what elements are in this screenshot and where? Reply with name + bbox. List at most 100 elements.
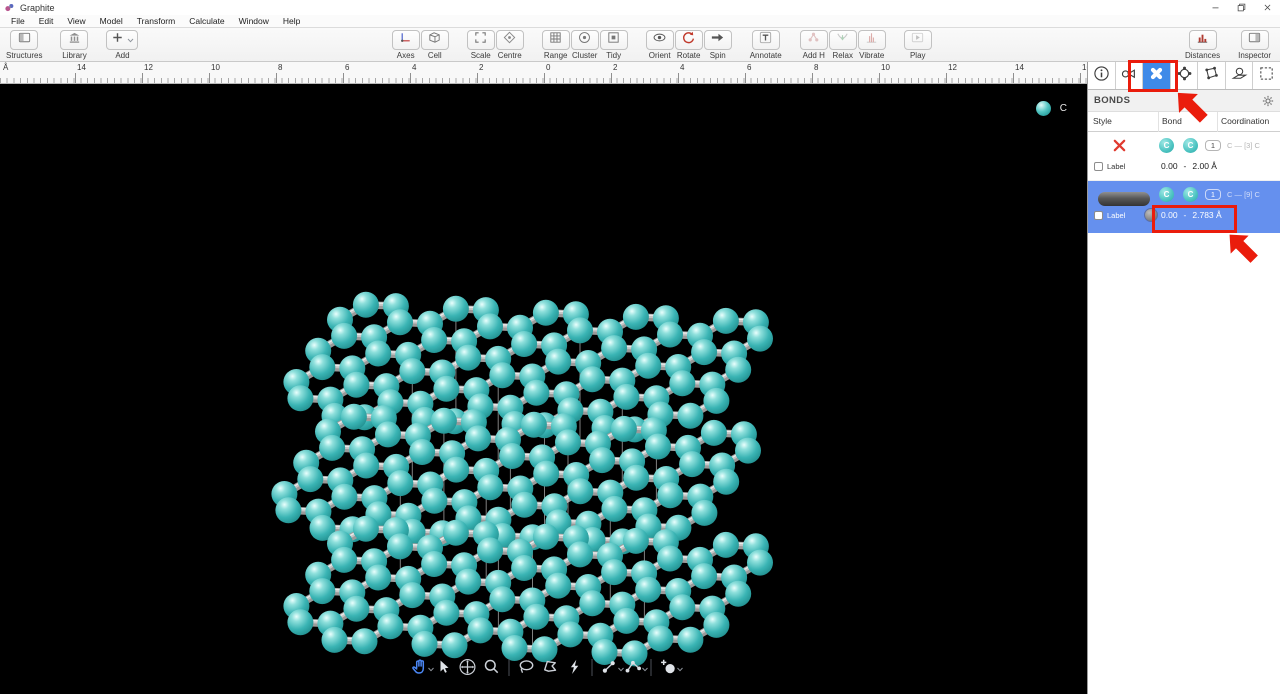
ruler-major-tick [745,73,746,83]
toolbar-divider [591,658,592,676]
atom-badge[interactable]: C [1183,187,1198,202]
tab-polyhedra[interactable] [1171,62,1199,89]
pan-tool[interactable] [407,655,434,679]
app-window: Graphite File Edit View Model Transform Calcu… [0,0,1280,694]
toolbar-button-label: Cell [427,51,442,60]
tab-info[interactable] [1088,62,1116,89]
ruler-label: 12 [144,63,153,72]
ruler-label: 10 [211,63,220,72]
toolbar-button-cell[interactable]: Cell [420,30,449,60]
close-button[interactable] [1254,0,1280,15]
menu-edit[interactable]: Edit [32,15,61,28]
checkbox-box[interactable] [1094,211,1103,220]
toolbar-button-add-h[interactable]: Add H [799,30,828,60]
label-checkbox[interactable]: Label [1094,162,1125,171]
structure-canvas[interactable]: C [0,84,1087,694]
toolbar-button-range[interactable]: Range [541,30,570,60]
cell-tab-icon [1203,65,1220,87]
window-title: Graphite [20,2,55,13]
rotate-icon [681,30,696,50]
bond-color-swatch[interactable] [1144,208,1158,222]
menu-calculate[interactable]: Calculate [182,15,231,28]
distance-tool[interactable] [597,655,624,679]
toolbar-button-cluster[interactable]: Cluster [570,30,599,60]
bond-row[interactable]: C C 1 C — [3] C Label 0.00-2.00 Å [1088,132,1280,181]
ruler-major-tick [75,73,76,83]
settings-gear-icon[interactable] [1262,95,1274,107]
orient-icon [652,30,667,50]
toolbar-button-label: Structures [6,51,43,60]
bond-range[interactable]: 0.00-2.00 Å [1161,161,1217,171]
toolbar-button-vibrate[interactable]: Vibrate [857,30,886,60]
menu-help[interactable]: Help [276,15,307,28]
toolbar-button-structures[interactable]: Structures [6,30,42,60]
minimize-button[interactable] [1202,0,1228,15]
bond-order-badge[interactable]: 1 [1205,189,1221,200]
model-icon [1120,65,1137,87]
menu-file[interactable]: File [4,15,32,28]
ruler-label: 2 [613,63,618,72]
toolbar-button-label: Annotate [749,51,782,60]
select-tool[interactable] [431,655,455,679]
polygon-select-tool[interactable] [538,655,562,679]
tab-plane[interactable] [1226,62,1254,89]
magic-wand-tool[interactable] [562,655,586,679]
menu-view[interactable]: View [60,15,92,28]
zoom-tool[interactable] [479,655,503,679]
column-style: Style [1093,116,1112,126]
window-controls [1202,0,1280,15]
tab-selection[interactable] [1253,62,1280,89]
menu-model[interactable]: Model [93,15,130,28]
menu-transform[interactable]: Transform [130,15,182,28]
toolbar-button-spin[interactable]: Spin [703,30,732,60]
atom-badge[interactable]: C [1159,138,1174,153]
tab-cell-tab[interactable] [1198,62,1226,89]
ruler-label: 8 [278,63,283,72]
coordination-text: C — [9] C [1227,190,1260,199]
toolbar-button-centre[interactable]: Centre [495,30,524,60]
toolbar-button-scale[interactable]: Scale [466,30,495,60]
toolbar-button-play[interactable]: Play [903,30,932,60]
toolbar-button-axes[interactable]: Axes [391,30,420,60]
bonds-table-header: Style Bond Coordination [1088,112,1280,132]
toolbar-button-orient[interactable]: Orient [645,30,674,60]
toolbar-button-relax[interactable]: Relax [828,30,857,60]
toolbar-button-inspector[interactable]: Inspector [1238,30,1271,60]
ruler-label: 14 [77,63,86,72]
angle-tool[interactable] [621,655,648,679]
bond-range-highlighted[interactable]: 0.00-2.783 Å [1161,210,1222,220]
restore-button[interactable] [1228,0,1254,15]
tab-bonds[interactable] [1143,62,1171,89]
toolbar-group: Add [106,30,139,60]
toolbar-button-library[interactable]: Library [60,30,89,60]
toolbar-button-label: Rotate [676,51,701,60]
ruler-major-tick [946,73,947,83]
tab-model[interactable] [1116,62,1144,89]
toolbar-button-rotate[interactable]: Rotate [674,30,703,60]
bond-order-badge[interactable]: 1 [1205,140,1221,151]
bond-row-selected[interactable]: C C 1 C — [9] C Label 0.00-2.783 Å [1088,181,1280,233]
tidy-icon [606,30,621,50]
cylinder-style-preview[interactable] [1098,192,1150,206]
scale-icon [473,30,488,50]
checkbox-box[interactable] [1094,162,1103,171]
ruler-major-tick [477,73,478,83]
legend-element-symbol: C [1059,103,1067,114]
add-icon [110,30,125,50]
menu-window[interactable]: Window [232,15,276,28]
toolbar-button-annotate[interactable]: Annotate [750,30,782,60]
bonds-panel-title: BONDS [1094,95,1131,106]
lasso-tool[interactable] [514,655,538,679]
move-tool[interactable] [455,655,479,679]
coordination-text: C — [3] C [1227,141,1260,150]
toolbar-group: Distances [1185,30,1221,60]
atom-badge[interactable]: C [1183,138,1198,153]
toolbar-button-distances[interactable]: Distances [1185,30,1220,60]
add-atom-tool[interactable] [656,655,683,679]
toolbar-button-label: Play [909,51,926,60]
toolbar-button-tidy[interactable]: Tidy [599,30,628,60]
toolbar-button-add[interactable]: Add [106,30,139,60]
label-checkbox[interactable]: Label [1094,211,1125,220]
plane-icon [1231,65,1248,87]
atom-badge[interactable]: C [1159,187,1174,202]
